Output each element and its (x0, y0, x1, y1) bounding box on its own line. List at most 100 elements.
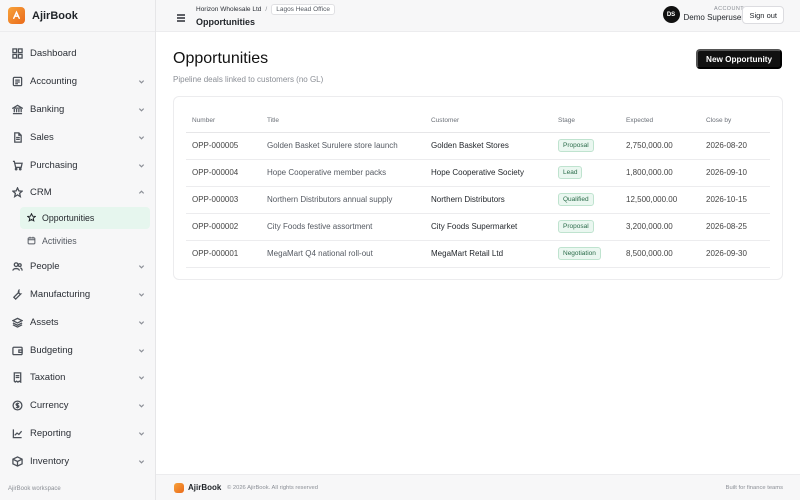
stage-badge: Lead (558, 166, 583, 179)
opportunity-stage-cell: Lead (552, 159, 620, 187)
opportunity-close-by: 2026-09-30 (700, 240, 770, 268)
chevron-down-icon (137, 318, 145, 326)
wrench-icon (11, 288, 23, 300)
sidebar-item-inventory[interactable]: Inventory (0, 447, 155, 475)
sidebar-item-currency[interactable]: Currency (0, 392, 155, 420)
breadcrumb-company[interactable]: Horizon Wholesale Ltd (196, 6, 261, 13)
menu-icon[interactable] (176, 10, 186, 22)
breadcrumb: Horizon Wholesale Ltd / Lagos Head Offic… (196, 4, 335, 15)
sidebar-item-people[interactable]: People (0, 253, 155, 281)
chevron-down-icon (137, 161, 145, 169)
chevron-down-icon (137, 78, 145, 86)
brand[interactable]: AjirBook (0, 0, 155, 32)
stack-icon (11, 316, 23, 328)
table-row[interactable]: OPP-000002 City Foods festive assortment… (186, 213, 770, 241)
account-name: Demo Superuser (683, 12, 744, 22)
sidebar-item-label: Purchasing (30, 159, 78, 171)
column-header-stage[interactable]: Stage (552, 109, 620, 133)
opportunity-close-by: 2026-08-20 (700, 132, 770, 160)
sign-out-button[interactable]: Sign out (742, 6, 784, 24)
brand-name: AjirBook (32, 9, 78, 22)
opportunity-title: MegaMart Q4 national roll-out (261, 240, 425, 268)
opportunity-expected: 12,500,000.00 (620, 186, 700, 214)
opportunity-number[interactable]: OPP-000004 (186, 159, 261, 187)
sidebar-item-banking[interactable]: Banking (0, 96, 155, 124)
opportunity-number[interactable]: OPP-000002 (186, 213, 261, 241)
chevron-down-icon (137, 290, 145, 298)
sidebar-item-crm[interactable]: CRM (0, 179, 155, 207)
wallet-icon (11, 344, 23, 356)
sidebar-item-reporting[interactable]: Reporting (0, 420, 155, 448)
table-row[interactable]: OPP-000001 MegaMart Q4 national roll-out… (186, 240, 770, 268)
sidebar-item-manufacturing[interactable]: Manufacturing (0, 281, 155, 309)
column-header-expected[interactable]: Expected (620, 109, 700, 133)
opportunity-customer: City Foods Supermarket (425, 213, 552, 241)
sidebar-item-label: Accounting (30, 76, 78, 88)
table-row[interactable]: OPP-000003 Northern Distributors annual … (186, 186, 770, 214)
chevron-down-icon (137, 457, 145, 465)
chevron-down-icon (137, 105, 145, 113)
sidebar-item-budgeting[interactable]: Budgeting (0, 336, 155, 364)
sidebar-item-taxation[interactable]: Taxation (0, 364, 155, 392)
ledger-icon (11, 76, 23, 88)
sidebar-item-dashboard[interactable]: Dashboard (0, 40, 155, 68)
sidebar-nav: Dashboard Accounting Banking Sales Purch… (0, 32, 155, 475)
sidebar-item-label: CRM (30, 187, 52, 199)
sidebar-item-purchasing[interactable]: Purchasing (0, 151, 155, 179)
column-header-title[interactable]: Title (261, 109, 425, 133)
opportunity-customer: Golden Basket Stores (425, 132, 552, 160)
chevron-down-icon (137, 374, 145, 382)
opportunity-stage-cell: Qualified (552, 186, 620, 214)
ajirbook-logo-icon (174, 483, 184, 493)
opportunity-stage-cell: Proposal (552, 213, 620, 241)
sidebar-item-label: Sales (30, 131, 54, 143)
opportunity-stage-cell: Negotiation (552, 240, 620, 268)
opportunity-expected: 2,750,000.00 (620, 132, 700, 160)
page-subtitle: Pipeline deals linked to customers (no G… (173, 75, 324, 84)
opportunity-close-by: 2026-09-10 (700, 159, 770, 187)
new-opportunity-button[interactable]: New Opportunity (696, 49, 782, 69)
column-header-customer[interactable]: Customer (425, 109, 552, 133)
chart-line-icon (11, 427, 23, 439)
table-row[interactable]: OPP-000004 Hope Cooperative member packs… (186, 159, 770, 187)
opportunity-customer: Northern Distributors (425, 186, 552, 214)
sidebar-subitem-activities[interactable]: Activities (20, 230, 150, 252)
account-kicker: ACCOUNT (714, 6, 744, 13)
sidebar-item-sales[interactable]: Sales (0, 123, 155, 151)
table-row[interactable]: OPP-000005 Golden Basket Surulere store … (186, 132, 770, 160)
sidebar-item-label: People (30, 261, 60, 273)
column-header-number[interactable]: Number (186, 109, 261, 133)
main-content: Opportunities Pipeline deals linked to c… (156, 32, 800, 474)
sidebar-item-label: Taxation (30, 372, 66, 384)
sidebar-item-assets[interactable]: Assets (0, 308, 155, 336)
document-icon (11, 131, 23, 143)
opportunity-title: Northern Distributors annual supply (261, 186, 425, 214)
breadcrumb-branch[interactable]: Lagos Head Office (271, 4, 335, 15)
opportunity-expected: 1,800,000.00 (620, 159, 700, 187)
opportunity-close-by: 2026-08-25 (700, 213, 770, 241)
stage-badge: Negotiation (558, 247, 601, 260)
people-icon (11, 261, 23, 273)
opportunity-customer: MegaMart Retail Ltd (425, 240, 552, 268)
account-menu[interactable]: DS ACCOUNT Demo Superuser (662, 6, 744, 23)
footer-tagline: Built for finance teams (725, 485, 783, 491)
opportunity-number[interactable]: OPP-000003 (186, 186, 261, 214)
sidebar-item-label: Dashboard (30, 48, 77, 60)
sidebar-item-accounting[interactable]: Accounting (0, 68, 155, 96)
page-title: Opportunities (173, 50, 269, 67)
opportunity-expected: 3,200,000.00 (620, 213, 700, 241)
opportunity-title: Golden Basket Surulere store launch (261, 132, 425, 160)
chevron-down-icon (137, 346, 145, 354)
topbar-page-title: Opportunities (196, 17, 255, 27)
sidebar-item-label: Inventory (30, 455, 70, 467)
opportunity-number[interactable]: OPP-000001 (186, 240, 261, 268)
column-header-close-by[interactable]: Close by (700, 109, 770, 133)
opportunity-number[interactable]: OPP-000005 (186, 132, 261, 160)
sidebar-subitem-opportunities[interactable]: Opportunities (20, 206, 150, 229)
chevron-down-icon (137, 402, 145, 410)
grid-icon (11, 48, 23, 60)
crm-submenu: Opportunities Activities (20, 206, 150, 252)
sidebar-item-label: Budgeting (30, 344, 73, 356)
account-text: ACCOUNT Demo Superuser (684, 7, 744, 22)
sidebar-subitem-label: Activities (42, 235, 77, 246)
